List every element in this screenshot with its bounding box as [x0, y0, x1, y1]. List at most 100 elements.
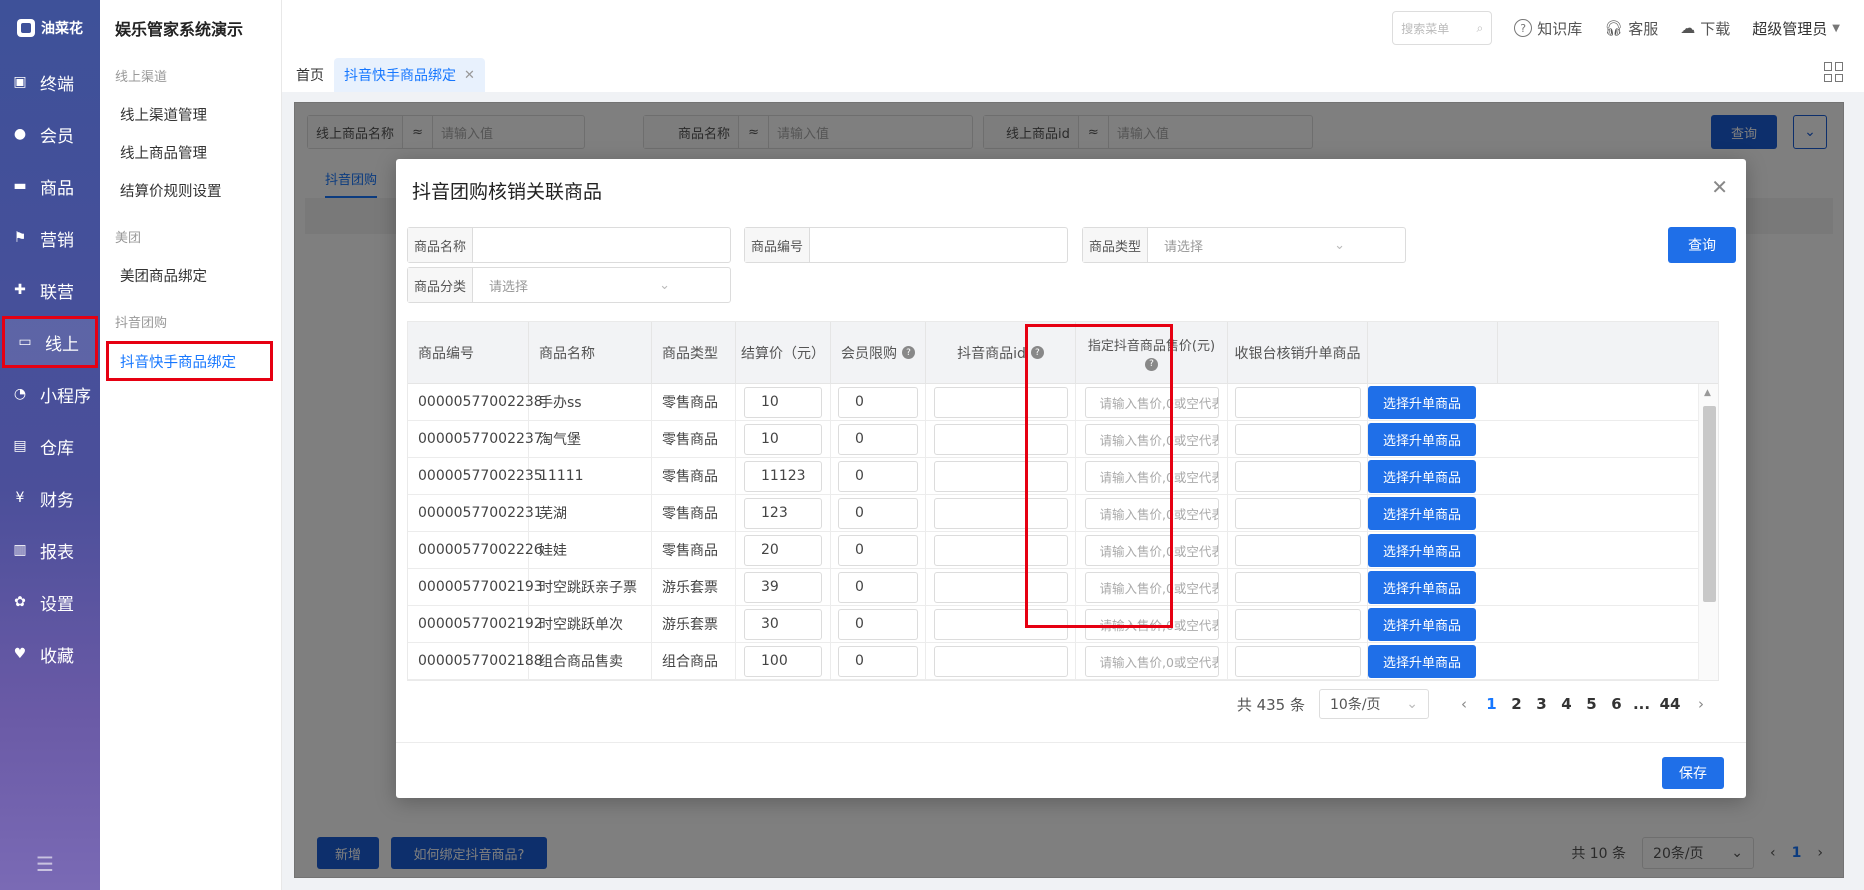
nav-item-10[interactable]: ✿ 设置: [0, 576, 100, 628]
submenu-item[interactable]: 美团商品绑定: [100, 256, 281, 294]
help-icon[interactable]: ?: [1145, 357, 1158, 371]
knowledge-base-link[interactable]: ? 知识库: [1514, 18, 1582, 39]
douyin-id-input[interactable]: [933, 534, 1068, 566]
nav-item-8[interactable]: ¥ 财务: [0, 472, 100, 524]
download-link[interactable]: ☁ 下载: [1680, 18, 1730, 39]
limit-input[interactable]: 0: [838, 645, 918, 677]
upsell-product-input[interactable]: [1234, 608, 1361, 640]
price-input[interactable]: 39: [744, 571, 822, 603]
tab-home[interactable]: 首页: [286, 58, 334, 92]
submenu-item[interactable]: 线上渠道管理: [100, 95, 281, 133]
product-name-field[interactable]: 商品名称: [407, 227, 731, 263]
nav-item-1[interactable]: ● 会员: [0, 108, 100, 160]
upsell-product-input[interactable]: [1234, 460, 1361, 492]
page-number[interactable]: 1: [1479, 695, 1504, 713]
douyin-price-input[interactable]: 请输入售价,0或空代表: [1084, 645, 1219, 677]
scroll-up-icon[interactable]: ▲: [1704, 388, 1711, 398]
submenu-item[interactable]: 抖音快手商品绑定: [106, 341, 273, 381]
product-code-field[interactable]: 商品编号: [744, 227, 1068, 263]
douyin-price-input[interactable]: 请输入售价,0或空代表: [1084, 608, 1219, 640]
menu-search-input[interactable]: 搜索菜单 ⌕: [1392, 11, 1493, 45]
user-menu[interactable]: 超级管理员 ▼: [1752, 18, 1840, 39]
price-input[interactable]: 11123: [744, 460, 822, 492]
nav-item-2[interactable]: ▬ 商品: [0, 160, 100, 212]
select-upsell-button[interactable]: 选择升单商品: [1368, 570, 1476, 604]
prev-page-icon[interactable]: ‹: [1449, 695, 1479, 713]
cell-upsell-product: [1228, 606, 1368, 642]
table-scrollbar[interactable]: ▲: [1698, 384, 1718, 680]
nav-item-6[interactable]: ◔ 小程序: [0, 368, 100, 420]
douyin-id-input[interactable]: [933, 497, 1068, 529]
douyin-price-input[interactable]: 请输入售价,0或空代表: [1084, 571, 1219, 603]
select-upsell-button[interactable]: 选择升单商品: [1368, 644, 1476, 678]
select-upsell-button[interactable]: 选择升单商品: [1368, 533, 1476, 567]
collapse-menu-icon[interactable]: ☰: [36, 852, 54, 876]
select-upsell-button[interactable]: 选择升单商品: [1368, 496, 1476, 530]
next-page-icon[interactable]: ›: [1686, 695, 1716, 713]
nav-item-7[interactable]: ▤ 仓库: [0, 420, 100, 472]
nav-item-9[interactable]: ▥ 报表: [0, 524, 100, 576]
price-input[interactable]: 123: [744, 497, 822, 529]
nav-item-4[interactable]: ✚ 联营: [0, 264, 100, 316]
douyin-id-input[interactable]: [933, 386, 1068, 418]
price-input[interactable]: 10: [744, 423, 822, 455]
limit-input[interactable]: 0: [838, 571, 918, 603]
page-number[interactable]: 44: [1654, 695, 1686, 713]
limit-input[interactable]: 0: [838, 608, 918, 640]
douyin-price-input[interactable]: 请输入售价,0或空代表: [1084, 423, 1219, 455]
douyin-id-input[interactable]: [933, 608, 1068, 640]
help-icon[interactable]: ?: [1030, 346, 1044, 359]
page-number[interactable]: 6: [1604, 695, 1629, 713]
nav-item-3[interactable]: ⚑ 营销: [0, 212, 100, 264]
price-input[interactable]: 20: [744, 534, 822, 566]
close-tab-icon[interactable]: ✕: [464, 68, 475, 83]
upsell-product-input[interactable]: [1234, 534, 1361, 566]
customer-service-link[interactable]: 🎧︎ 客服: [1604, 18, 1658, 39]
upsell-product-input[interactable]: [1234, 423, 1361, 455]
modal-query-button[interactable]: 查询: [1668, 227, 1736, 263]
limit-input[interactable]: 0: [838, 497, 918, 529]
nav-item-0[interactable]: ▣ 终端: [0, 56, 100, 108]
scroll-thumb[interactable]: [1703, 406, 1716, 602]
tab-douyin-binding[interactable]: 抖音快手商品绑定 ✕: [334, 58, 485, 92]
modal-page-size-select[interactable]: 10条/页 ⌄: [1319, 689, 1429, 719]
douyin-id-input[interactable]: [933, 423, 1068, 455]
limit-input[interactable]: 0: [838, 423, 918, 455]
product-category-select[interactable]: 商品分类 请选择 ⌄: [407, 267, 731, 303]
douyin-id-input[interactable]: [933, 571, 1068, 603]
douyin-id-input[interactable]: [933, 460, 1068, 492]
select-upsell-button[interactable]: 选择升单商品: [1368, 422, 1476, 456]
douyin-price-input[interactable]: 请输入售价,0或空代表: [1084, 497, 1219, 529]
douyin-price-input[interactable]: 请输入售价,0或空代表: [1084, 534, 1219, 566]
grid-icon[interactable]: [1824, 62, 1844, 82]
close-icon[interactable]: ✕: [1711, 175, 1728, 199]
limit-input[interactable]: 0: [838, 534, 918, 566]
upsell-product-input[interactable]: [1234, 645, 1361, 677]
upsell-product-input[interactable]: [1234, 386, 1361, 418]
page-number[interactable]: 2: [1504, 695, 1529, 713]
page-number[interactable]: 5: [1579, 695, 1604, 713]
douyin-id-input[interactable]: [933, 645, 1068, 677]
cell-upsell-product: [1228, 458, 1368, 494]
nav-item-5[interactable]: ▭ 线上: [2, 316, 98, 368]
price-input[interactable]: 30: [744, 608, 822, 640]
nav-item-11[interactable]: ♥ 收藏: [0, 628, 100, 680]
save-button[interactable]: 保存: [1662, 757, 1724, 789]
select-upsell-button[interactable]: 选择升单商品: [1368, 385, 1476, 419]
select-upsell-button[interactable]: 选择升单商品: [1368, 607, 1476, 641]
page-number[interactable]: 4: [1554, 695, 1579, 713]
submenu-item[interactable]: 结算价规则设置: [100, 171, 281, 209]
limit-input[interactable]: 0: [838, 386, 918, 418]
upsell-product-input[interactable]: [1234, 571, 1361, 603]
upsell-product-input[interactable]: [1234, 497, 1361, 529]
page-number[interactable]: 3: [1529, 695, 1554, 713]
submenu-item[interactable]: 线上商品管理: [100, 133, 281, 171]
price-input[interactable]: 100: [744, 645, 822, 677]
select-upsell-button[interactable]: 选择升单商品: [1368, 459, 1476, 493]
douyin-price-input[interactable]: 请输入售价,0或空代表: [1084, 386, 1219, 418]
douyin-price-input[interactable]: 请输入售价,0或空代表: [1084, 460, 1219, 492]
limit-input[interactable]: 0: [838, 460, 918, 492]
help-icon[interactable]: ?: [902, 346, 915, 359]
price-input[interactable]: 10: [744, 386, 822, 418]
product-type-select[interactable]: 商品类型 请选择 ⌄: [1082, 227, 1406, 263]
